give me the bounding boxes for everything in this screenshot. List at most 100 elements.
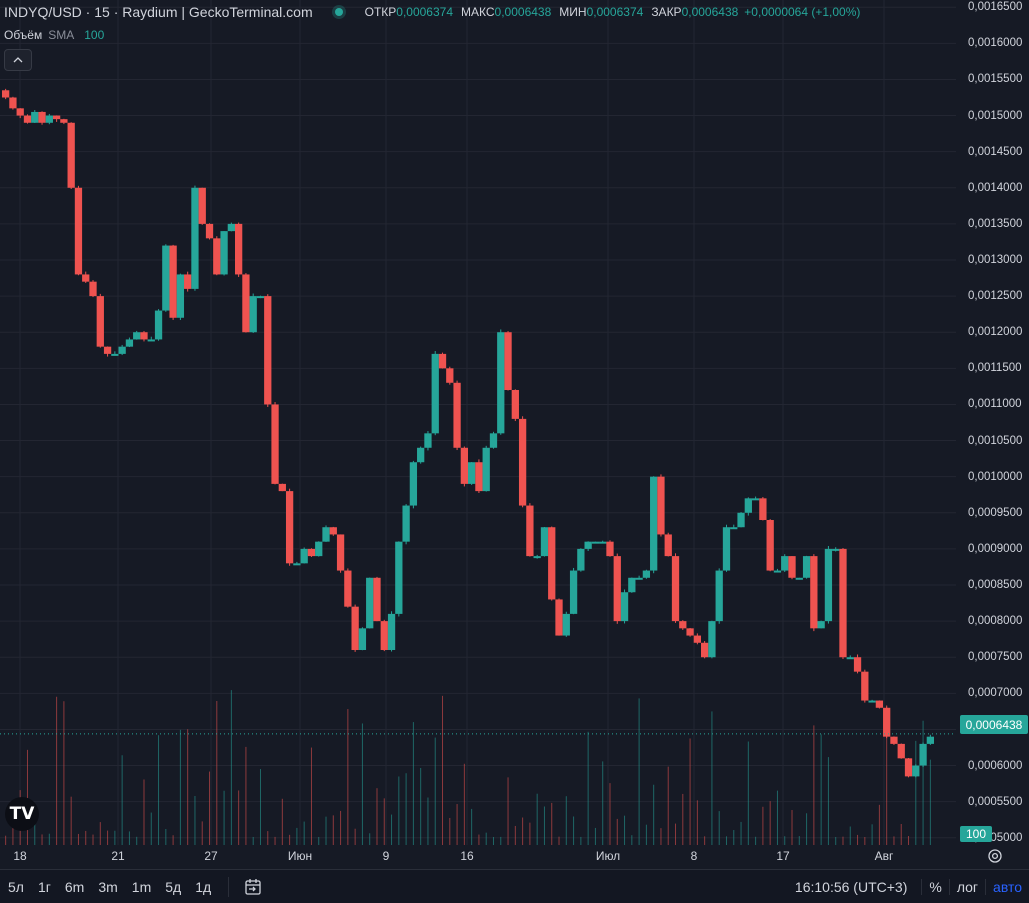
volume-bar [201, 821, 203, 845]
price-tick-label: 0,0009500 [968, 506, 1023, 519]
open-label: ОТКР [364, 5, 397, 19]
volume-bar [376, 788, 378, 845]
time-tick-label: 9 [382, 849, 390, 863]
volume-bar [114, 830, 116, 845]
settings-gear-icon[interactable] [987, 848, 1003, 864]
candle-body [82, 274, 90, 282]
timeframe-5d[interactable]: 5д [158, 879, 188, 895]
collapse-legend-button[interactable] [4, 49, 32, 71]
candle-body [802, 556, 811, 578]
log-toggle[interactable]: лог [948, 878, 985, 895]
volume-bar [616, 818, 618, 845]
candle-body [562, 613, 570, 636]
timeframe-1y[interactable]: 1г [31, 879, 58, 895]
candle-body [744, 498, 752, 513]
price-tick-label: 0,0014000 [968, 181, 1023, 194]
candle-body [599, 541, 607, 544]
time-axis[interactable]: 18 21 27 Июн 9 16 Июл 8 17 Авг [0, 845, 956, 867]
volume-bar [602, 761, 604, 845]
volume-bar [318, 837, 320, 845]
candle-body [103, 346, 112, 354]
volume-bar [412, 722, 414, 845]
volume-bar [267, 831, 269, 845]
clock[interactable]: 16:10:56 (UTC+3) [795, 879, 907, 895]
candle-body [664, 534, 672, 557]
high-value: 0,0006438 [494, 5, 552, 19]
volume-bar [245, 746, 247, 845]
volume-bar [442, 695, 444, 845]
volume-bar [740, 821, 742, 845]
timeframe-3m[interactable]: 3m [91, 879, 124, 895]
volume-bar [857, 834, 859, 845]
candle-body [883, 707, 891, 737]
volume-bar [209, 771, 211, 845]
volume-bar [798, 836, 800, 845]
volume-bar [711, 711, 713, 845]
candle-body [642, 570, 651, 578]
candle-body [751, 498, 760, 501]
candle-body [249, 296, 257, 333]
price-tick-label: 0,0005500 [968, 795, 1023, 808]
volume-bar [332, 815, 334, 845]
candle-body [606, 541, 614, 557]
volume-bar [813, 725, 815, 845]
candle-body [220, 231, 228, 275]
tradingview-logo[interactable]: TV [5, 797, 39, 831]
volume-bar [172, 835, 174, 845]
timeframe-5y[interactable]: 5л [0, 879, 31, 895]
timeframe-6m[interactable]: 6m [58, 879, 91, 895]
volume-bar [587, 731, 589, 845]
volume-bar [682, 793, 684, 845]
volume-bar [63, 701, 65, 845]
candlestick-chart[interactable] [0, 0, 956, 845]
candle-body [766, 520, 774, 571]
candle-body [235, 223, 243, 275]
candle-body [373, 577, 381, 622]
candle-body [285, 491, 294, 564]
candle-body [446, 368, 454, 383]
volume-bar [900, 823, 902, 845]
volume-bar [514, 825, 516, 845]
time-tick-label: 21 [111, 849, 125, 863]
candle-body [715, 570, 723, 622]
candle-body [336, 534, 345, 571]
volume-label: Объём [4, 28, 43, 42]
candle-body [213, 238, 221, 275]
volume-bar [645, 824, 647, 845]
price-tick-label: 0,0013000 [968, 254, 1023, 266]
candle-body [111, 353, 119, 356]
volume-bar [383, 798, 385, 845]
candle-body [679, 621, 687, 629]
date-range-icon[interactable] [243, 877, 263, 897]
volume-bar [216, 701, 218, 845]
candle-body [256, 296, 265, 299]
candle-body [184, 274, 192, 289]
volume-bar [784, 836, 786, 845]
volume-bar [259, 769, 261, 845]
candle-body [2, 90, 10, 98]
volume-bar [653, 784, 655, 845]
timeframe-1m[interactable]: 1m [125, 879, 158, 895]
volume-bar [121, 755, 123, 845]
volume-bar [463, 763, 465, 845]
volume-legend[interactable]: Объём SMA 100 [4, 28, 104, 42]
timeframe-1d[interactable]: 1д [188, 879, 218, 895]
candle-body [533, 556, 541, 559]
volume-bar [158, 735, 160, 845]
candle-body [781, 556, 789, 571]
candle-body [31, 111, 39, 123]
volume-bar [594, 827, 596, 845]
time-tick-label: 8 [690, 849, 698, 863]
volume-badge: 100 [960, 826, 992, 842]
auto-toggle[interactable]: авто [985, 878, 1029, 895]
price-tick-label: 0,0012000 [968, 326, 1023, 339]
price-tick-label: 0,0015500 [968, 73, 1023, 86]
candle-body [460, 447, 468, 484]
low-label: МИН [559, 5, 587, 19]
candle-body [722, 527, 731, 571]
percent-toggle[interactable]: % [921, 878, 948, 895]
candle-body [278, 483, 286, 492]
symbol-title[interactable]: INDYQ/USD · 15 · Raydium | GeckoTerminal… [4, 4, 313, 20]
candle-body [810, 556, 818, 629]
candle-body [518, 418, 527, 506]
